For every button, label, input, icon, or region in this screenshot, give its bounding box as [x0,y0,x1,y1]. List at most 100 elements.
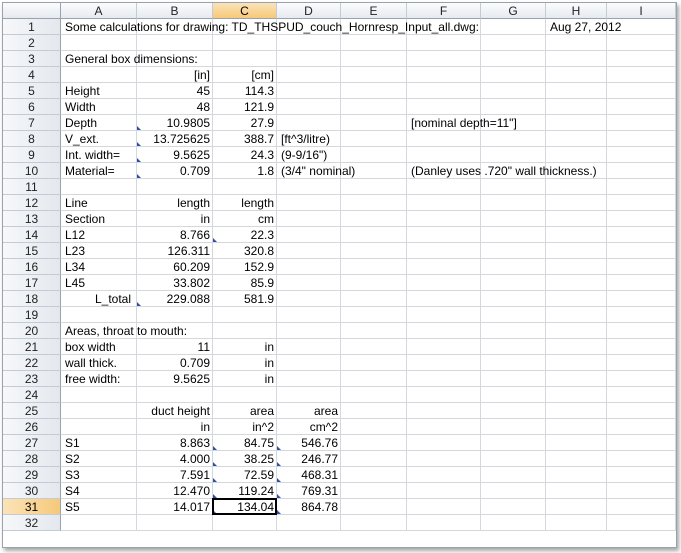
cell-b22[interactable]: 0.709 [137,355,213,371]
row-header-12[interactable]: 12 [3,195,61,211]
cell-c22[interactable]: in [213,355,277,371]
cell-c26[interactable]: in^2 [213,419,277,435]
cell-a17[interactable]: L45 [61,275,137,291]
cell-c9[interactable]: 24.3 [213,147,277,163]
cell-c16[interactable]: 152.9 [213,259,277,275]
row-header-23[interactable]: 23 [3,371,61,387]
row-header-6[interactable]: 6 [3,99,61,115]
cell-b23[interactable]: 9.5625 [137,371,213,387]
cell-b10[interactable]: 0.709 [137,163,213,179]
cell-b7[interactable]: 10.9805 [137,115,213,131]
column-header-d[interactable]: D [277,3,341,19]
cell-a30[interactable]: S4 [61,483,137,499]
row-header-11[interactable]: 11 [3,179,61,195]
row-header-7[interactable]: 7 [3,115,61,131]
cell-b16[interactable]: 60.209 [137,259,213,275]
cell-c17[interactable]: 85.9 [213,275,277,291]
cell-c14[interactable]: 22.3 [213,227,277,243]
select-all-corner[interactable] [3,3,61,19]
cell-f7[interactable]: [nominal depth=11"] [407,115,517,131]
row-header-18[interactable]: 18 [3,291,61,307]
row-header-17[interactable]: 17 [3,275,61,291]
cell-a10[interactable]: Material= [61,163,137,179]
cell-h1[interactable]: Aug 27, 2012 [546,19,621,35]
cell-b17[interactable]: 33.802 [137,275,213,291]
column-header-a[interactable]: A [61,3,137,19]
cell-d8[interactable]: [ft^3/litre) [277,131,341,147]
row-header-19[interactable]: 19 [3,307,61,323]
row-header-10[interactable]: 10 [3,163,61,179]
cell-d25[interactable]: area [277,403,341,419]
row-header-28[interactable]: 28 [3,451,61,467]
cell-c8[interactable]: 388.7 [213,131,277,147]
cell-d26[interactable]: cm^2 [277,419,341,435]
cell-d30[interactable]: 769.31 [277,483,341,499]
cell-b4[interactable]: [in] [137,67,213,83]
cell-c25[interactable]: area [213,403,277,419]
cell-a15[interactable]: L23 [61,243,137,259]
cell-a23[interactable]: free width: [61,371,137,387]
cell-b29[interactable]: 7.591 [137,467,213,483]
cell-f10[interactable]: (Danley uses .720" wall thickness.) [407,163,597,179]
cell-c4[interactable]: [cm] [213,67,277,83]
cell-b13[interactable]: in [137,211,213,227]
cell-c29[interactable]: 72.59 [213,467,277,483]
cell-b9[interactable]: 9.5625 [137,147,213,163]
cell-d31[interactable]: 864.78 [277,499,341,515]
cell-a13[interactable]: Section [61,211,137,227]
cell-a29[interactable]: S3 [61,467,137,483]
cell-a12[interactable]: Line [61,195,137,211]
column-header-c[interactable]: C [213,3,277,19]
cell-c13[interactable]: cm [213,211,277,227]
row-header-1[interactable]: 1 [3,19,61,35]
row-header-31[interactable]: 31 [3,499,61,515]
cell-b14[interactable]: 8.766 [137,227,213,243]
row-header-15[interactable]: 15 [3,243,61,259]
cell-b6[interactable]: 48 [137,99,213,115]
cell-b15[interactable]: 126.311 [137,243,213,259]
cell-a6[interactable]: Width [61,99,137,115]
row-header-21[interactable]: 21 [3,339,61,355]
cell-b28[interactable]: 4.000 [137,451,213,467]
row-header-14[interactable]: 14 [3,227,61,243]
column-header-b[interactable]: B [137,3,213,19]
cell-c27[interactable]: 84.75 [213,435,277,451]
cell-c21[interactable]: in [213,339,277,355]
cell-a7[interactable]: Depth [61,115,137,131]
cell-d29[interactable]: 468.31 [277,467,341,483]
row-header-3[interactable]: 3 [3,51,61,67]
row-header-8[interactable]: 8 [3,131,61,147]
cell-a20[interactable]: Areas, throat to mouth: [61,323,187,339]
cell-a3[interactable]: General box dimensions: [61,51,198,67]
column-header-g[interactable]: G [481,3,546,19]
cell-a21[interactable]: box width [61,339,137,355]
cell-d28[interactable]: 246.77 [277,451,341,467]
cell-a8[interactable]: V_ext. [61,131,137,147]
cell-c18[interactable]: 581.9 [213,291,277,307]
cell-b18[interactable]: 229.088 [137,291,213,307]
cell-c23[interactable]: in [213,371,277,387]
cell-a14[interactable]: L12 [61,227,137,243]
cell-a16[interactable]: L34 [61,259,137,275]
row-header-27[interactable]: 27 [3,435,61,451]
cell-d27[interactable]: 546.76 [277,435,341,451]
cell-a9[interactable]: Int. width= [61,147,137,163]
cell-b5[interactable]: 45 [137,83,213,99]
cell-a31[interactable]: S5 [61,499,137,515]
cell-a28[interactable]: S2 [61,451,137,467]
column-header-f[interactable]: F [407,3,481,19]
cell-c30[interactable]: 119.24 [213,483,277,499]
cell-a5[interactable]: Height [61,83,137,99]
cell-d10[interactable]: (3/4" nominal) [277,163,355,179]
row-header-16[interactable]: 16 [3,259,61,275]
row-header-24[interactable]: 24 [3,387,61,403]
row-header-9[interactable]: 9 [3,147,61,163]
cell-c31[interactable]: 134.04 [213,499,277,515]
column-header-h[interactable]: H [546,3,607,19]
cell-b12[interactable]: length [137,195,213,211]
cell-a22[interactable]: wall thick. [61,355,137,371]
cell-b31[interactable]: 14.017 [137,499,213,515]
cell-a18[interactable]: L_total [61,291,137,307]
column-header-e[interactable]: E [341,3,407,19]
row-header-13[interactable]: 13 [3,211,61,227]
